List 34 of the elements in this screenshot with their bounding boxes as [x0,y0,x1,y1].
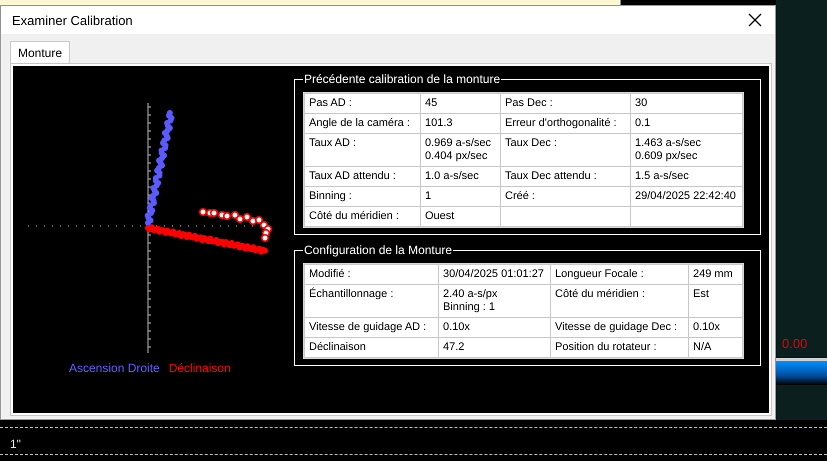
label-cell: Binning : [304,186,420,206]
label-cell: Pas Dec : [500,93,630,114]
value-cell: 45 [420,93,500,114]
value-cell: 0.10x [438,318,550,338]
label-cell: Taux Dec attendu : [500,166,630,186]
label-cell: Longueur Focale : [550,264,688,284]
label-cell: Angle de la caméra : [304,114,420,134]
group-title: Configuration de la Monture [303,243,454,257]
legend-label: Déclinaison [168,361,231,375]
legend-label: Ascension Droite [69,361,160,375]
tab[interactable]: Monture [10,41,70,63]
value-cell: 0.969 a-s/sec 0.404 px/sec [420,134,500,166]
value-cell: 1.0 a-s/sec [420,166,500,186]
window-title: Examiner Calibration [12,12,133,28]
value-cell: 2.40 a-s/px Binning : 1 [438,284,550,318]
label-cell: Taux AD attendu : [304,166,420,186]
label-cell: Créé : [500,186,630,206]
label-cell: Vitesse de guidage Dec : [550,318,688,338]
progress-strip [776,358,827,385]
label-cell: Modifié : [304,264,438,284]
label-cell: Taux Dec : [500,134,630,166]
value-cell: 101.3 [420,114,500,134]
close-icon [748,13,762,27]
value-cell: 1 [420,186,500,206]
label-cell: Pas AD : [304,93,420,114]
group-title: Précédente calibration de la monture [303,72,502,86]
label-cell: Vitesse de guidage AD : [304,318,438,338]
reading-value: 0.00 [782,336,808,351]
label-cell: Côté du méridien : [550,284,688,318]
label-cell: Échantillonnage : [304,284,438,318]
value-cell: 30/04/2025 01:01:27 [438,264,550,284]
label-cell: Taux AD : [304,134,420,166]
label-cell: Erreur d'orthogonalité : [500,114,630,134]
grid-label: 1" [10,437,22,451]
